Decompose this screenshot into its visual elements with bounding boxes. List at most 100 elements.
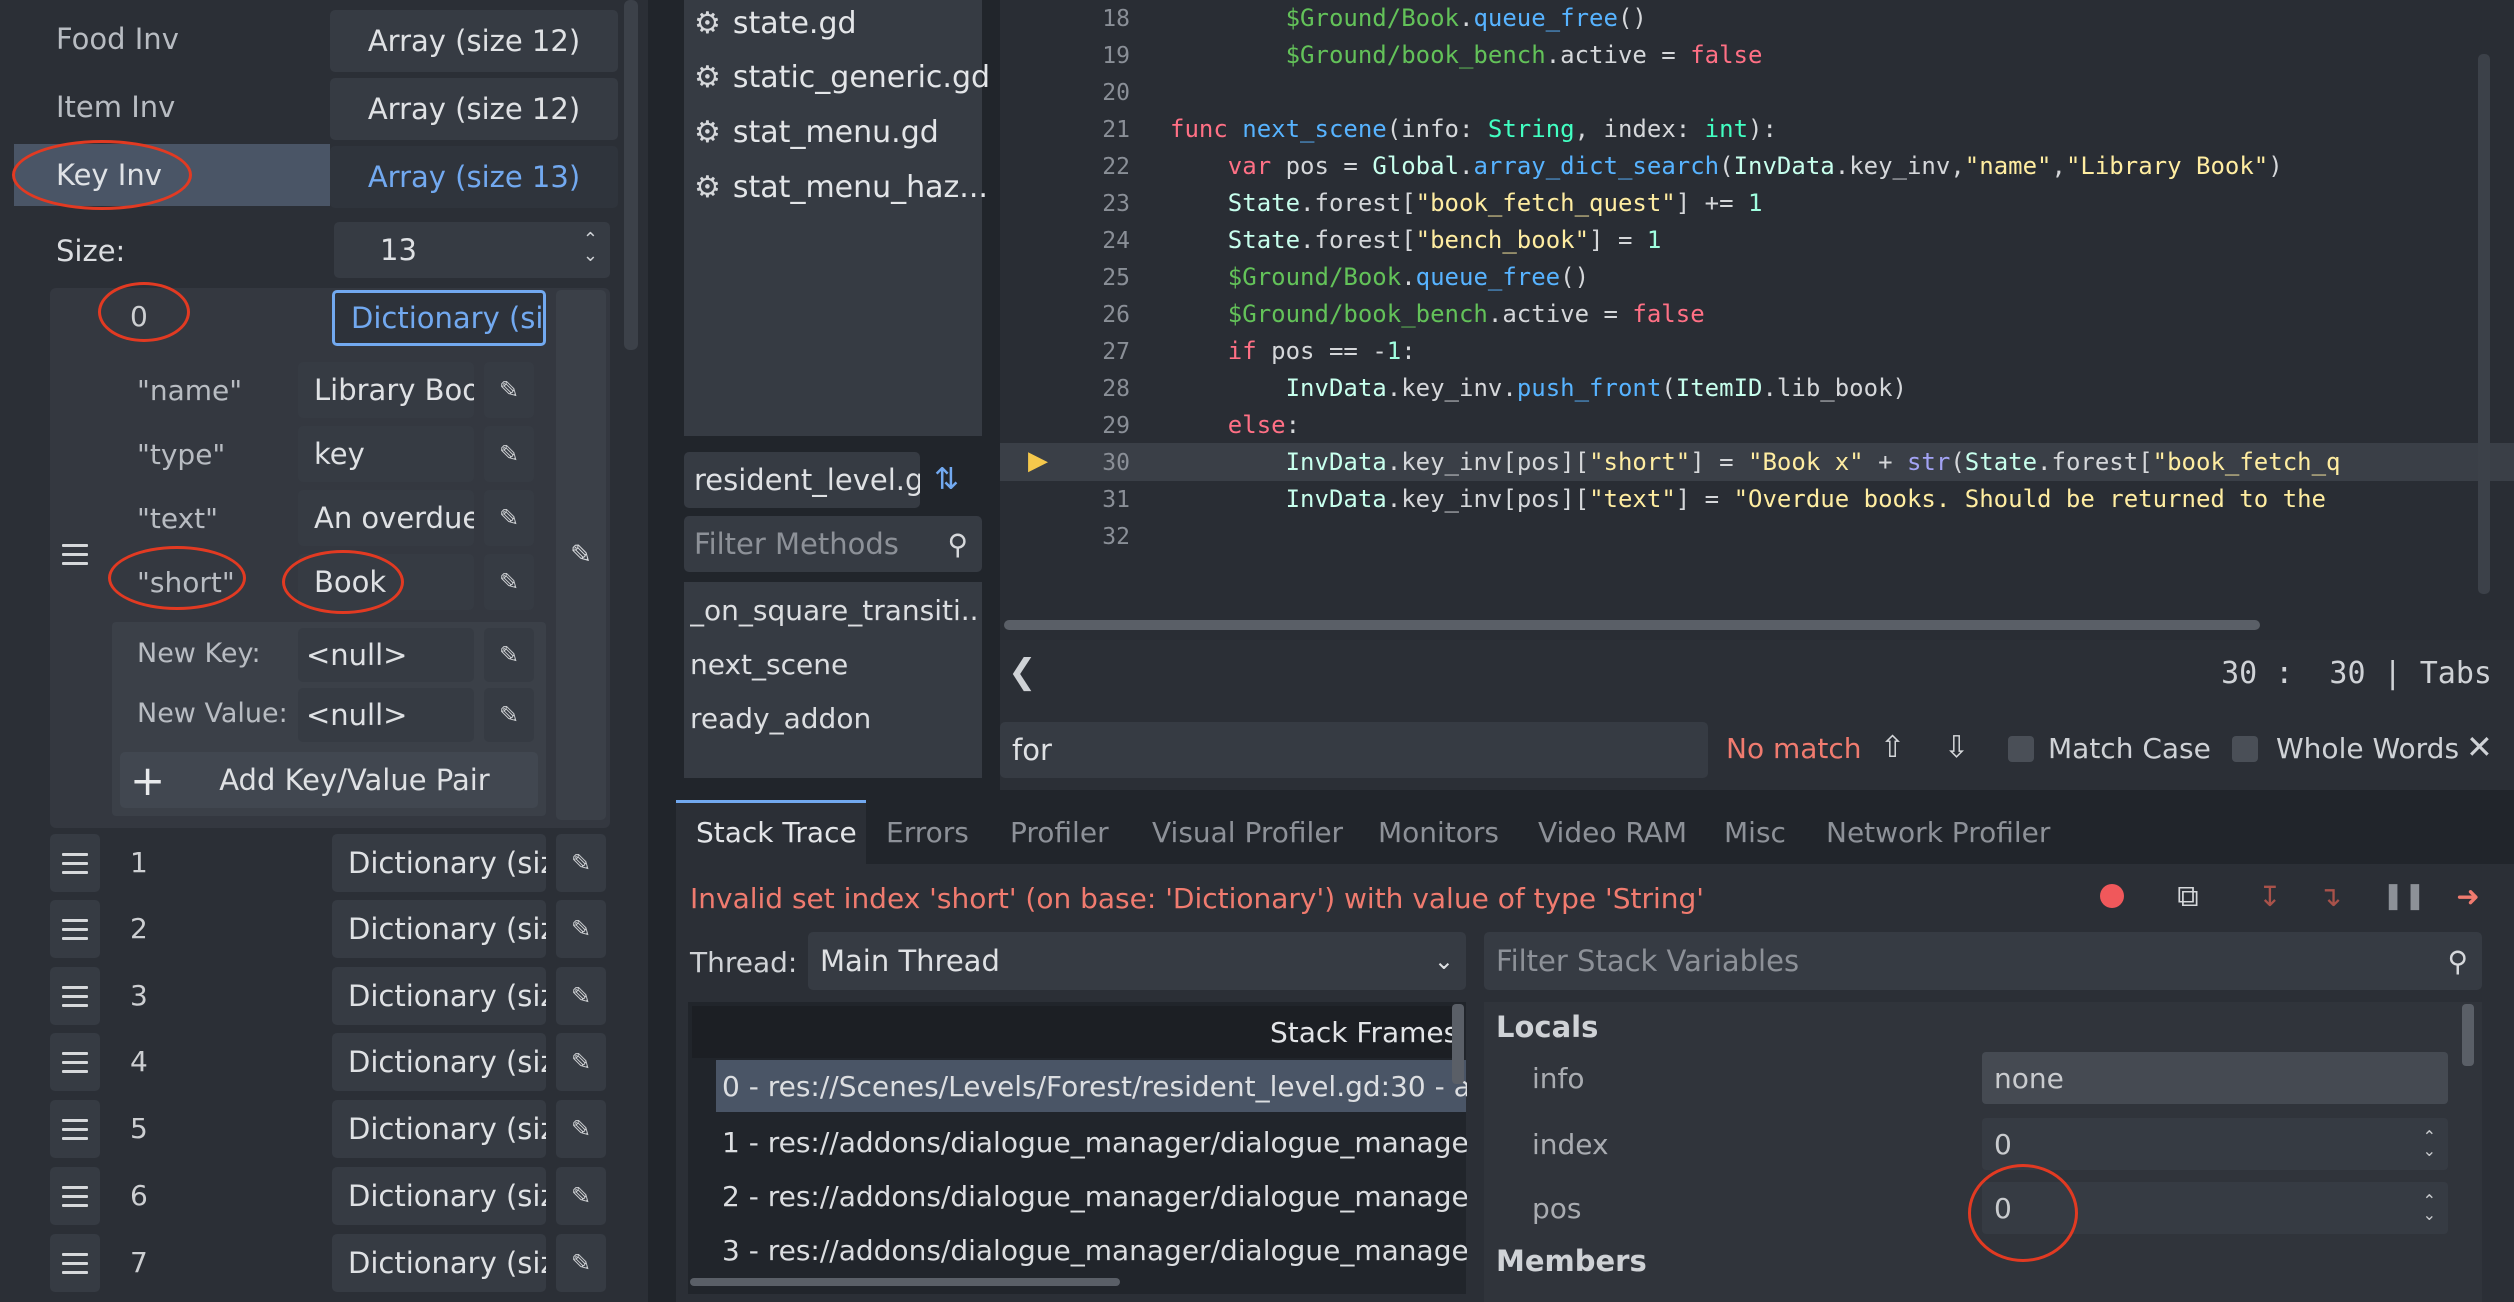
entry-edit[interactable]: ✎ [484, 490, 534, 546]
item-value[interactable]: Dictionary (siz [332, 834, 546, 892]
code-line[interactable]: $Ground/Book.queue_free() [1170, 263, 1589, 291]
new-key-field[interactable]: <null> [298, 628, 474, 682]
item-edit[interactable]: ✎ [556, 1167, 606, 1225]
whole-words-checkbox[interactable] [2232, 736, 2258, 762]
drag-handle-icon[interactable] [50, 834, 100, 892]
step-into-icon[interactable]: ↧ [2250, 876, 2290, 916]
drag-handle-icon[interactable] [50, 1167, 100, 1225]
drag-handle-icon[interactable] [50, 967, 100, 1025]
code-line[interactable]: $Ground/book_bench.active = false [1170, 41, 1763, 69]
item-edit[interactable]: ✎ [556, 1234, 606, 1292]
new-value-edit[interactable]: ✎ [484, 688, 534, 742]
stack-frame-item[interactable]: 3 - res://addons/dialogue_manager/dialog… [722, 1234, 1467, 1267]
item-edit[interactable]: ✎ [556, 834, 606, 892]
new-value-field[interactable]: <null> [298, 688, 474, 742]
new-key-edit[interactable]: ✎ [484, 628, 534, 682]
variable-value[interactable]: none [1982, 1052, 2448, 1104]
pause-icon[interactable]: ❚❚ [2382, 876, 2426, 916]
debugger-tab[interactable]: Errors [886, 816, 969, 849]
debugger-tab[interactable]: Stack Trace [696, 816, 857, 849]
search-icon[interactable]: ⚲ [947, 528, 968, 561]
item-edit[interactable]: ✎ [556, 967, 606, 1025]
drag-handle-icon[interactable] [50, 900, 100, 958]
code-line[interactable]: if pos == -1: [1170, 337, 1416, 365]
record-icon[interactable] [2092, 876, 2132, 916]
continue-icon[interactable]: ➜ [2448, 876, 2488, 916]
updown-icon[interactable]: ⌃ ⌄ [2423, 1193, 2436, 1223]
current-script-field[interactable]: resident_level.gd [684, 452, 920, 508]
item-value[interactable]: Dictionary (siz [332, 1100, 546, 1158]
entry-value[interactable]: Library Boo [298, 362, 474, 418]
drag-handle-icon[interactable] [50, 1100, 100, 1158]
stack-frame-item[interactable]: 2 - res://addons/dialogue_manager/dialog… [722, 1180, 1467, 1213]
item-inv-value[interactable]: Array (size 12) [330, 78, 618, 140]
match-case-checkbox[interactable] [2008, 736, 2034, 762]
debugger-tab[interactable]: Misc [1724, 816, 1786, 849]
find-prev-icon[interactable]: ⇧ [1880, 730, 1905, 765]
add-key-value-button[interactable]: + Add Key/Value Pair [120, 752, 538, 808]
script-file-item[interactable]: ⚙ stat_menu_haz... [694, 170, 988, 205]
script-file-item[interactable]: ⚙ stat_menu.gd [694, 115, 939, 150]
item-edit[interactable]: ✎ [556, 1100, 606, 1158]
entry-edit[interactable]: ✎ [484, 554, 534, 610]
vars-vscrollbar[interactable] [2462, 1004, 2474, 1066]
code-hscrollbar[interactable] [1004, 620, 2260, 630]
code-line[interactable]: InvData.key_inv[pos]["short"] = "Book x"… [1170, 448, 2341, 476]
sort-icon[interactable]: ⇅ [934, 462, 959, 497]
find-next-icon[interactable]: ⇩ [1944, 730, 1969, 765]
code-line[interactable]: else: [1170, 411, 1300, 439]
close-icon[interactable]: ✕ [2466, 728, 2493, 766]
updown-icon[interactable]: ⌃ ⌄ [2423, 1129, 2436, 1159]
inspector-scrollbar[interactable] [624, 0, 638, 350]
entry-edit[interactable]: ✎ [484, 426, 534, 482]
filter-stack-vars-input[interactable]: Filter Stack Variables ⚲ [1484, 932, 2482, 990]
item-0-edit[interactable]: ✎ [556, 290, 606, 820]
script-file-item[interactable]: ⚙ static_generic.gd [694, 60, 990, 95]
item-value[interactable]: Dictionary (siz [332, 1234, 546, 1292]
code-line[interactable]: func next_scene(info: String, index: int… [1170, 115, 1777, 143]
entry-value[interactable]: Book [298, 554, 474, 610]
item-0-value[interactable]: Dictionary (siz [332, 290, 546, 346]
find-input[interactable]: for [1000, 722, 1708, 778]
entry-value[interactable]: An overdue [298, 490, 474, 546]
frames-hscrollbar[interactable] [690, 1278, 1120, 1286]
item-edit[interactable]: ✎ [556, 900, 606, 958]
item-value[interactable]: Dictionary (siz [332, 900, 546, 958]
size-spinbox[interactable]: 13 ⌃ ⌄ [334, 222, 610, 278]
variable-value[interactable]: 0 ⌃ ⌄ [1982, 1182, 2448, 1234]
code-line[interactable]: $Ground/book_bench.active = false [1170, 300, 1705, 328]
chevron-left-icon[interactable]: ❮ [1008, 652, 1037, 692]
code-line[interactable]: State.forest["book_fetch_quest"] += 1 [1170, 189, 1763, 217]
code-line[interactable]: $Ground/Book.queue_free() [1170, 4, 1647, 32]
drag-handle-icon[interactable] [50, 1033, 100, 1091]
code-vscrollbar[interactable] [2478, 54, 2490, 594]
entry-edit[interactable]: ✎ [484, 362, 534, 418]
item-edit[interactable]: ✎ [556, 1033, 606, 1091]
debugger-tab[interactable]: Visual Profiler [1152, 816, 1343, 849]
code-line[interactable]: var pos = Global.array_dict_search(InvDa… [1170, 152, 2283, 180]
search-icon[interactable]: ⚲ [2447, 945, 2468, 978]
food-inv-value[interactable]: Array (size 12) [330, 10, 618, 72]
thread-select[interactable]: Main Thread ⌄ [808, 932, 1466, 990]
debugger-tab[interactable]: Profiler [1010, 816, 1109, 849]
filter-methods-input[interactable]: Filter Methods ⚲ [684, 516, 982, 572]
variable-value[interactable]: 0 ⌃ ⌄ [1982, 1118, 2448, 1170]
debugger-tab[interactable]: Monitors [1378, 816, 1499, 849]
drag-handle-icon[interactable] [50, 528, 100, 580]
item-value[interactable]: Dictionary (siz [332, 1167, 546, 1225]
copy-icon[interactable]: ⧉ [2168, 876, 2208, 916]
method-item[interactable]: next_scene [690, 648, 976, 681]
script-file-item[interactable]: ⚙ state.gd [694, 6, 857, 41]
frames-vscrollbar[interactable] [1452, 1004, 1464, 1084]
method-item[interactable]: _on_square_transiti... [690, 594, 976, 627]
code-line[interactable]: State.forest["bench_book"] = 1 [1170, 226, 1662, 254]
step-over-icon[interactable]: ↴ [2310, 876, 2350, 916]
code-line[interactable]: InvData.key_inv[pos]["text"] = "Overdue … [1170, 485, 2326, 513]
item-value[interactable]: Dictionary (siz [332, 967, 546, 1025]
debugger-tab[interactable]: Network Profiler [1826, 816, 2050, 849]
debugger-tab[interactable]: Video RAM [1538, 816, 1687, 849]
stack-frame-item[interactable]: 0 - res://Scenes/Levels/Forest/resident_… [722, 1070, 1467, 1103]
code-line[interactable]: InvData.key_inv.push_front(ItemID.lib_bo… [1170, 374, 1907, 402]
item-value[interactable]: Dictionary (siz [332, 1033, 546, 1091]
method-item[interactable]: ready_addon [690, 702, 976, 735]
